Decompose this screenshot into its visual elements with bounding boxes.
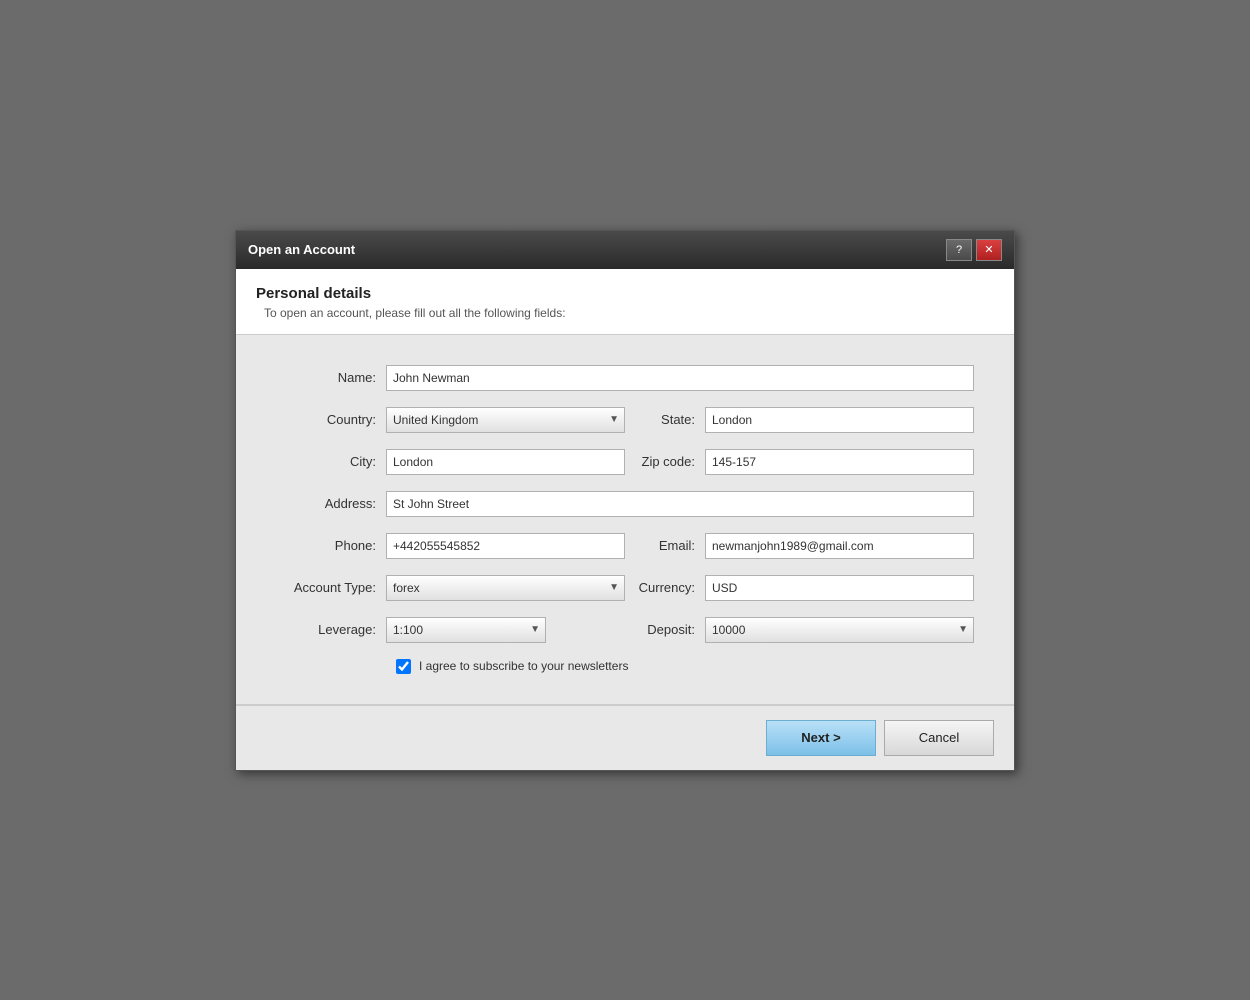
state-group: State: [625, 407, 974, 433]
header-section: Personal details To open an account, ple… [236, 269, 1014, 335]
email-group: Email: [625, 533, 974, 559]
leverage-select-wrapper: 1:100 1:50 1:200 1:500 ▼ [386, 617, 546, 643]
phone-label: Phone: [276, 538, 386, 553]
address-label: Address: [276, 496, 386, 511]
country-select-wrapper: United Kingdom United States Germany Fra… [386, 407, 625, 433]
name-row: Name: [276, 365, 974, 391]
form-section: Name: Country: United Kingdom United Sta… [236, 335, 1014, 705]
country-group: Country: United Kingdom United States Ge… [276, 407, 625, 433]
country-state-row: Country: United Kingdom United States Ge… [276, 407, 974, 433]
leverage-label: Leverage: [276, 622, 386, 637]
phone-group: Phone: [276, 533, 625, 559]
header-subtitle: To open an account, please fill out all … [256, 306, 994, 320]
dialog-title: Open an Account [248, 242, 355, 257]
phone-input[interactable] [386, 533, 625, 559]
account-type-select[interactable]: forex CFD Stocks Crypto [386, 575, 625, 601]
state-input[interactable] [705, 407, 974, 433]
name-group: Name: [276, 365, 974, 391]
zip-label: Zip code: [625, 454, 705, 469]
address-group: Address: [276, 491, 974, 517]
city-zip-row: City: Zip code: [276, 449, 974, 475]
city-input[interactable] [386, 449, 625, 475]
email-input[interactable] [705, 533, 974, 559]
city-label: City: [276, 454, 386, 469]
country-select[interactable]: United Kingdom United States Germany Fra… [386, 407, 625, 433]
name-input[interactable] [386, 365, 974, 391]
email-label: Email: [625, 538, 705, 553]
address-input[interactable] [386, 491, 974, 517]
zip-input[interactable] [705, 449, 974, 475]
header-title: Personal details [256, 285, 994, 302]
newsletter-checkbox[interactable] [396, 659, 411, 674]
currency-group: Currency: [625, 575, 974, 601]
dialog-window: Open an Account ? ✕ Personal details To … [235, 230, 1015, 771]
deposit-select[interactable]: 10000 5000 25000 50000 [705, 617, 974, 643]
deposit-select-wrapper: 10000 5000 25000 50000 ▼ [705, 617, 974, 643]
currency-label: Currency: [625, 580, 705, 595]
leverage-group: Leverage: 1:100 1:50 1:200 1:500 ▼ [276, 617, 625, 643]
newsletter-row: I agree to subscribe to your newsletters [276, 659, 974, 674]
account-currency-row: Account Type: forex CFD Stocks Crypto ▼ … [276, 575, 974, 601]
help-button[interactable]: ? [946, 239, 972, 261]
next-button[interactable]: Next > [766, 720, 876, 756]
phone-email-row: Phone: Email: [276, 533, 974, 559]
account-type-label: Account Type: [276, 580, 386, 595]
footer-section: Next > Cancel [236, 705, 1014, 770]
title-bar: Open an Account ? ✕ [236, 231, 1014, 269]
name-label: Name: [276, 370, 386, 385]
cancel-button[interactable]: Cancel [884, 720, 994, 756]
address-row: Address: [276, 491, 974, 517]
city-group: City: [276, 449, 625, 475]
country-label: Country: [276, 412, 386, 427]
leverage-select[interactable]: 1:100 1:50 1:200 1:500 [386, 617, 546, 643]
close-button[interactable]: ✕ [976, 239, 1002, 261]
newsletter-label: I agree to subscribe to your newsletters [419, 659, 628, 673]
currency-input[interactable] [705, 575, 974, 601]
account-type-group: Account Type: forex CFD Stocks Crypto ▼ [276, 575, 625, 601]
zip-group: Zip code: [625, 449, 974, 475]
account-type-select-wrapper: forex CFD Stocks Crypto ▼ [386, 575, 625, 601]
state-label: State: [625, 412, 705, 427]
title-bar-controls: ? ✕ [946, 239, 1002, 261]
deposit-group: Deposit: 10000 5000 25000 50000 ▼ [625, 617, 974, 643]
leverage-deposit-row: Leverage: 1:100 1:50 1:200 1:500 ▼ Depos… [276, 617, 974, 643]
deposit-label: Deposit: [625, 622, 705, 637]
